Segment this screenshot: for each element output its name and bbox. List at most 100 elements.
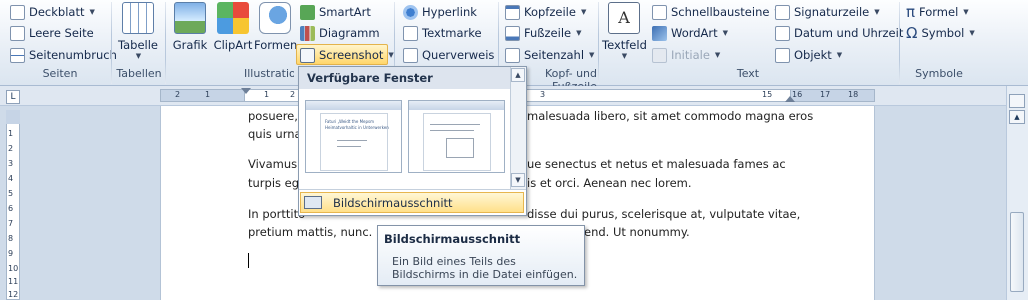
objekt-button[interactable]: Objekt ▼ [775, 45, 842, 65]
ruler-toggle-icon[interactable] [1009, 94, 1025, 108]
footer-icon [505, 25, 520, 41]
omega-icon: Ω [906, 24, 918, 42]
chevron-down-icon: ▼ [135, 52, 142, 60]
vruler-number: 7 [8, 219, 14, 228]
vruler-number: 2 [8, 144, 14, 153]
vruler-number: 10 [8, 264, 19, 273]
vruler-number: 11 [8, 277, 19, 286]
ruler-number: 1 [205, 90, 211, 99]
thumbnail-line [337, 146, 361, 147]
bildschirmausschnitt-menu-item[interactable]: Bildschirmausschnitt [300, 192, 524, 213]
signaturzeile-button[interactable]: Signaturzeile ▼ [775, 2, 880, 22]
thumbnail-page [423, 113, 491, 171]
smartart-button[interactable]: SmartArt [300, 2, 371, 22]
signature-icon [775, 4, 790, 20]
ruler-number: 3 [540, 90, 546, 99]
tab-selector[interactable]: L [6, 90, 20, 104]
vruler-number: 4 [8, 174, 14, 183]
doc-text-line: end. Ut nonummy. [584, 225, 690, 239]
vruler-number: 1 [8, 129, 14, 138]
text-cursor [248, 253, 249, 268]
header-icon [505, 4, 520, 20]
scroll-up-icon[interactable]: ▲ [511, 68, 525, 82]
blank-page-icon [10, 25, 25, 41]
textfeld-button[interactable]: A Textfeld ▼ [602, 2, 647, 60]
querverweis-button[interactable]: Querverweis [403, 45, 494, 65]
thumbnail-text: Faturi „Weidt the Mepsm [325, 119, 375, 124]
seitenumbruch-button[interactable]: Seitenumbruch [10, 45, 117, 65]
chevron-down-icon: ▼ [621, 52, 628, 60]
thumbnail-line [430, 124, 480, 125]
vruler-number: 3 [8, 159, 14, 168]
doc-text-line: ue senectus et netus et malesuada fames … [527, 157, 786, 171]
ruler-number: 1 [264, 90, 270, 99]
seitenzahl-button[interactable]: Seitenzahl ▼ [505, 45, 594, 65]
chevron-down-icon: ▼ [963, 8, 969, 16]
initiale-button: Initiale ▼ [652, 45, 720, 65]
chevron-down-icon: ▼ [836, 51, 843, 59]
vruler-number: 8 [8, 234, 14, 243]
smartart-icon [300, 4, 315, 20]
doc-text-line: quis urna [248, 127, 302, 141]
wordart-button[interactable]: WordArt ▼ [652, 23, 728, 43]
vertical-ruler-margin [6, 110, 20, 124]
symbol-button[interactable]: Ω Symbol ▼ [906, 23, 975, 43]
textmarke-button[interactable]: Textmarke [403, 23, 482, 43]
right-indent-marker[interactable] [785, 96, 795, 102]
thumbnail-image [446, 138, 474, 158]
thumbnail-page: Faturi „Weidt the Mepsm Heimatvorhaltic … [320, 113, 389, 171]
cross-reference-icon [403, 47, 418, 63]
clipart-button[interactable]: ClipArt [213, 2, 253, 52]
picture-icon [174, 2, 206, 34]
grafik-button[interactable]: Grafik [172, 2, 208, 52]
window-thumbnail[interactable] [408, 100, 505, 173]
screenshot-button-label[interactable]: Screenshot ▼ [300, 45, 394, 65]
datum-uhrzeit-button[interactable]: Datum und Uhrzeit [775, 23, 903, 43]
tabelle-button[interactable]: Tabelle ▼ [116, 2, 160, 60]
table-icon [122, 2, 154, 34]
kopfzeile-button[interactable]: Kopfzeile ▼ [505, 2, 586, 22]
textbox-icon: A [608, 2, 640, 34]
indent-marker[interactable] [241, 88, 251, 94]
diagramm-button[interactable]: Diagramm [300, 23, 380, 43]
doc-text-line: pretium mattis, nunc. Ma [248, 225, 393, 239]
clipart-icon [217, 2, 249, 34]
shapes-icon [259, 2, 291, 34]
hyperlink-button[interactable]: Hyperlink [403, 2, 477, 22]
chevron-down-icon: ▼ [388, 51, 394, 59]
chevron-down-icon: ▼ [89, 8, 95, 16]
vruler-number: 5 [8, 189, 14, 198]
formel-button[interactable]: π Formel ▼ [906, 2, 969, 22]
ruler-number: 18 [848, 90, 859, 99]
vruler-number: 6 [8, 204, 14, 213]
quick-parts-icon [652, 4, 667, 20]
scroll-down-icon[interactable]: ▼ [511, 173, 525, 187]
chevron-down-icon: ▼ [722, 29, 729, 37]
schnellbausteine-button[interactable]: Schnellbausteine▼ [652, 2, 780, 22]
page-break-icon [10, 47, 25, 63]
chevron-down-icon: ▼ [714, 51, 721, 59]
dropdown-scrollbar[interactable] [510, 67, 526, 189]
thumbnail-titlebar [306, 101, 401, 110]
globe-icon [403, 4, 418, 20]
formen-button[interactable]: Formen [254, 2, 297, 52]
group-label-seiten: Seiten [42, 67, 78, 80]
doc-text-line: is et orci. Aenean nec lorem. [527, 176, 692, 190]
doc-text-line: malesuada libero, sit amet commodo magna… [527, 109, 814, 123]
dropdown-header: Verfügbare Fenster [299, 67, 510, 89]
chevron-down-icon: ▼ [874, 8, 880, 16]
thumbnail-line [430, 130, 474, 131]
vruler-number: 9 [8, 249, 14, 258]
deckblatt-button[interactable]: Deckblatt ▼ [10, 2, 95, 22]
group-label-illustrationen: Illustrationen [244, 67, 294, 80]
scroll-up-icon[interactable]: ▲ [1009, 110, 1025, 124]
thumbnail-titlebar [409, 101, 504, 110]
cover-page-icon [10, 4, 25, 20]
fusszeile-button[interactable]: Fußzeile ▼ [505, 23, 582, 43]
leere-seite-button[interactable]: Leere Seite [10, 23, 94, 43]
scroll-thumb[interactable] [1010, 212, 1024, 292]
ruler-number: 2 [175, 90, 181, 99]
window-thumbnail[interactable]: Faturi „Weidt the Mepsm Heimatvorhaltic … [305, 100, 402, 173]
pi-icon: π [906, 3, 916, 21]
chart-icon [300, 25, 315, 41]
